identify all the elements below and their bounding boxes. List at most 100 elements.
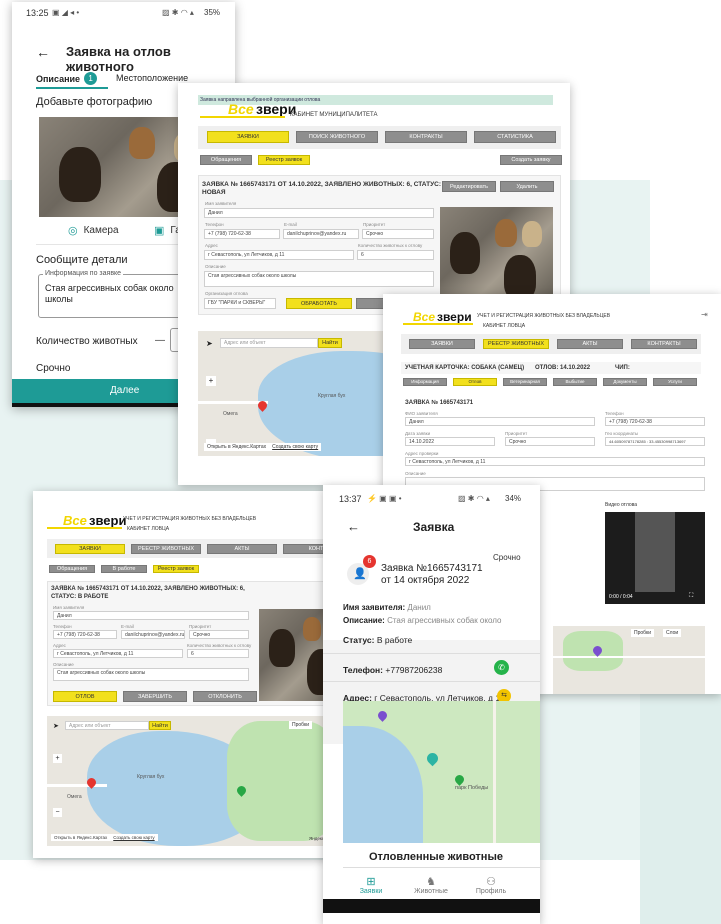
tab-description[interactable]: Описание 1 bbox=[36, 72, 98, 85]
subtab-services[interactable]: Услуги bbox=[653, 378, 697, 386]
applicant-label: Имя заявителя: bbox=[343, 603, 406, 612]
addr-label: Адрес bbox=[53, 643, 66, 648]
request-map[interactable]: ➤ Адрес или объект Найти Пробки + − Круг… bbox=[47, 716, 349, 846]
desc-field[interactable]: Стая агрессивных собак около школы bbox=[53, 668, 249, 681]
phone-field[interactable]: +7 (798) 720-62-38 bbox=[204, 229, 280, 239]
nav-contracts[interactable]: КОНТРАКТЫ bbox=[385, 131, 467, 143]
addr-field[interactable]: г Севастополь, ул Летчиков, д 11 bbox=[405, 457, 705, 466]
layers-button[interactable]: Слои bbox=[663, 629, 682, 637]
name-field[interactable]: Данил bbox=[204, 208, 434, 218]
fullscreen-icon[interactable]: ⛶ bbox=[689, 593, 693, 600]
addr-field[interactable]: г Севастополь, ул Летчиков, д 11 bbox=[53, 649, 183, 658]
desc-label: Описание bbox=[205, 264, 226, 269]
back-arrow-icon[interactable]: ← bbox=[36, 44, 50, 60]
video-player[interactable]: 0:00 / 0:04 ⛶ bbox=[605, 512, 705, 604]
open-yandex-maps-link[interactable]: Открыть в Яндекс.Картах bbox=[54, 835, 107, 840]
map-find-button[interactable]: Найти bbox=[318, 338, 342, 348]
subtab-appeals[interactable]: Обращения bbox=[200, 155, 252, 165]
bottom-nav-animals[interactable]: ♞ Животные bbox=[411, 875, 451, 895]
count-minus-button[interactable]: — bbox=[155, 335, 165, 346]
nav-animal-registry[interactable]: РЕЕСТР ЖИВОТНЫХ bbox=[483, 339, 549, 349]
next-button-label: Далее bbox=[110, 385, 140, 396]
subtab-documents[interactable]: Документы bbox=[603, 378, 647, 386]
locate-icon[interactable]: ➤ bbox=[53, 722, 59, 730]
nav-find-animal[interactable]: ПОИСК ЖИВОТНОГО bbox=[296, 131, 378, 143]
open-yandex-maps-link[interactable]: Открыть в Яндекс.Картах bbox=[207, 444, 266, 450]
map-search-input[interactable]: Адрес или объект bbox=[65, 721, 149, 730]
divider bbox=[323, 681, 540, 682]
map-find-button[interactable]: Найти bbox=[149, 721, 171, 730]
prio-field[interactable]: Срочно bbox=[505, 437, 595, 446]
subtab-catch[interactable]: Отлов bbox=[453, 378, 497, 386]
gallery-icon: ▣ bbox=[154, 225, 165, 237]
count-field[interactable]: 6 bbox=[357, 250, 434, 260]
name-label: Имя заявителя bbox=[205, 201, 237, 206]
nav-statistics[interactable]: СТАТИСТИКА bbox=[474, 131, 556, 143]
reject-button[interactable]: ОТКЛОНИТЬ bbox=[193, 691, 257, 702]
tab-location[interactable]: Местоположение bbox=[116, 73, 188, 83]
nav-requests[interactable]: ЗАЯВКИ bbox=[409, 339, 475, 349]
bottom-nav-profile[interactable]: ⚇ Профиль bbox=[471, 875, 511, 895]
nav-acts[interactable]: АКТЫ bbox=[207, 544, 277, 554]
nav-contracts[interactable]: КОНТРАКТЫ bbox=[631, 339, 697, 349]
subtab-disposal[interactable]: Выбытие bbox=[553, 378, 597, 386]
zoom-out-button[interactable]: − bbox=[53, 808, 62, 817]
tel-field[interactable]: +7 (798) 720-62-38 bbox=[605, 417, 705, 426]
traffic-button[interactable]: Пробки bbox=[631, 629, 654, 637]
traffic-button[interactable]: Пробки bbox=[289, 721, 312, 729]
fio-field[interactable]: Данил bbox=[405, 417, 595, 426]
zoom-in-button[interactable]: + bbox=[53, 754, 62, 763]
back-arrow-icon[interactable]: ← bbox=[347, 519, 360, 534]
map-label-omega: Омега bbox=[67, 794, 82, 800]
desc-field[interactable]: Стая агрессивных собак около школы bbox=[204, 271, 434, 287]
count-field[interactable]: 6 bbox=[187, 649, 249, 658]
applicant-row: Имя заявителя: Данил bbox=[343, 603, 431, 612]
urgent-toggle-label[interactable]: Срочно bbox=[36, 363, 70, 374]
process-button[interactable]: ОБРАБОТАТЬ bbox=[286, 298, 352, 309]
camera-label: Камера bbox=[83, 225, 119, 236]
nav-requests[interactable]: ЗАЯВКИ bbox=[207, 131, 289, 143]
nav-requests[interactable]: ЗАЯВКИ bbox=[55, 544, 125, 554]
subtab-in-progress[interactable]: В работе bbox=[101, 565, 147, 573]
subtab-registry[interactable]: Реестр заявок bbox=[153, 565, 199, 573]
create-map-link[interactable]: Создать свою карту bbox=[272, 444, 318, 450]
date-field[interactable]: 14.10.2022 bbox=[405, 437, 495, 446]
notification-icons: ⚡ ▣ ▣ • bbox=[367, 494, 402, 503]
address-field[interactable]: г Севастополь, ул Летчиков, д 11 bbox=[204, 250, 354, 260]
org-label: Организация отлова bbox=[205, 291, 248, 296]
create-request-button[interactable]: Создать заявку bbox=[500, 155, 562, 165]
camera-button[interactable]: ◎ Камера bbox=[68, 224, 119, 237]
edit-button[interactable]: Редактировать bbox=[442, 181, 496, 192]
email-field[interactable]: danilchuprinov@yandex.ru bbox=[283, 229, 359, 239]
finish-button[interactable]: ЗАВЕРШИТЬ bbox=[123, 691, 187, 702]
request-date: от 14 октября 2022 bbox=[381, 575, 470, 586]
catch-button[interactable]: ОТЛОВ bbox=[53, 691, 117, 702]
email-label: E-mail bbox=[121, 624, 134, 629]
logout-icon[interactable]: ⇥ bbox=[701, 310, 708, 319]
applicant-name: Данил bbox=[407, 603, 431, 612]
subtab-vet[interactable]: Ветеринарная карта bbox=[503, 378, 547, 390]
create-map-link[interactable]: Создать свою карту bbox=[113, 835, 154, 840]
nav-acts[interactable]: АКТЫ bbox=[557, 339, 623, 349]
subtab-appeals[interactable]: Обращения bbox=[49, 565, 95, 573]
org-select[interactable]: ГБУ "ПАРКИ и СКВЕРЫ" bbox=[204, 298, 276, 309]
nav-animal-registry[interactable]: РЕЕСТР ЖИВОТНЫХ bbox=[131, 544, 201, 554]
bottom-nav-requests[interactable]: ⊞ Заявки bbox=[351, 875, 391, 895]
map-search-input[interactable]: Адрес или объект bbox=[220, 338, 318, 348]
call-icon[interactable]: ✆ bbox=[494, 660, 509, 675]
card-map[interactable]: Пробки Слои bbox=[553, 626, 705, 694]
phone-field[interactable]: +7 (798) 720-62-38 bbox=[53, 630, 117, 639]
request-number: ЗАЯВКА № 1665743171 bbox=[405, 400, 474, 406]
email-field[interactable]: danilchuprinov@yandex.ru bbox=[121, 630, 185, 639]
subtab-info[interactable]: Информация bbox=[403, 378, 447, 386]
subtab-registry[interactable]: Реестр заявок bbox=[258, 155, 310, 165]
address-map[interactable]: парк Победы bbox=[343, 701, 540, 843]
add-photo-heading: Добавьте фотографию bbox=[36, 96, 153, 108]
priority-field[interactable]: Срочно bbox=[362, 229, 434, 239]
prio-field[interactable]: Срочно bbox=[189, 630, 249, 639]
name-field[interactable]: Данил bbox=[53, 611, 249, 620]
geo-field[interactable]: 44.60509787178285 : 33.45530998713697 bbox=[605, 437, 705, 446]
locate-icon[interactable]: ➤ bbox=[206, 339, 214, 348]
zoom-in-button[interactable]: + bbox=[206, 376, 216, 386]
delete-button[interactable]: Удалить bbox=[500, 181, 554, 192]
